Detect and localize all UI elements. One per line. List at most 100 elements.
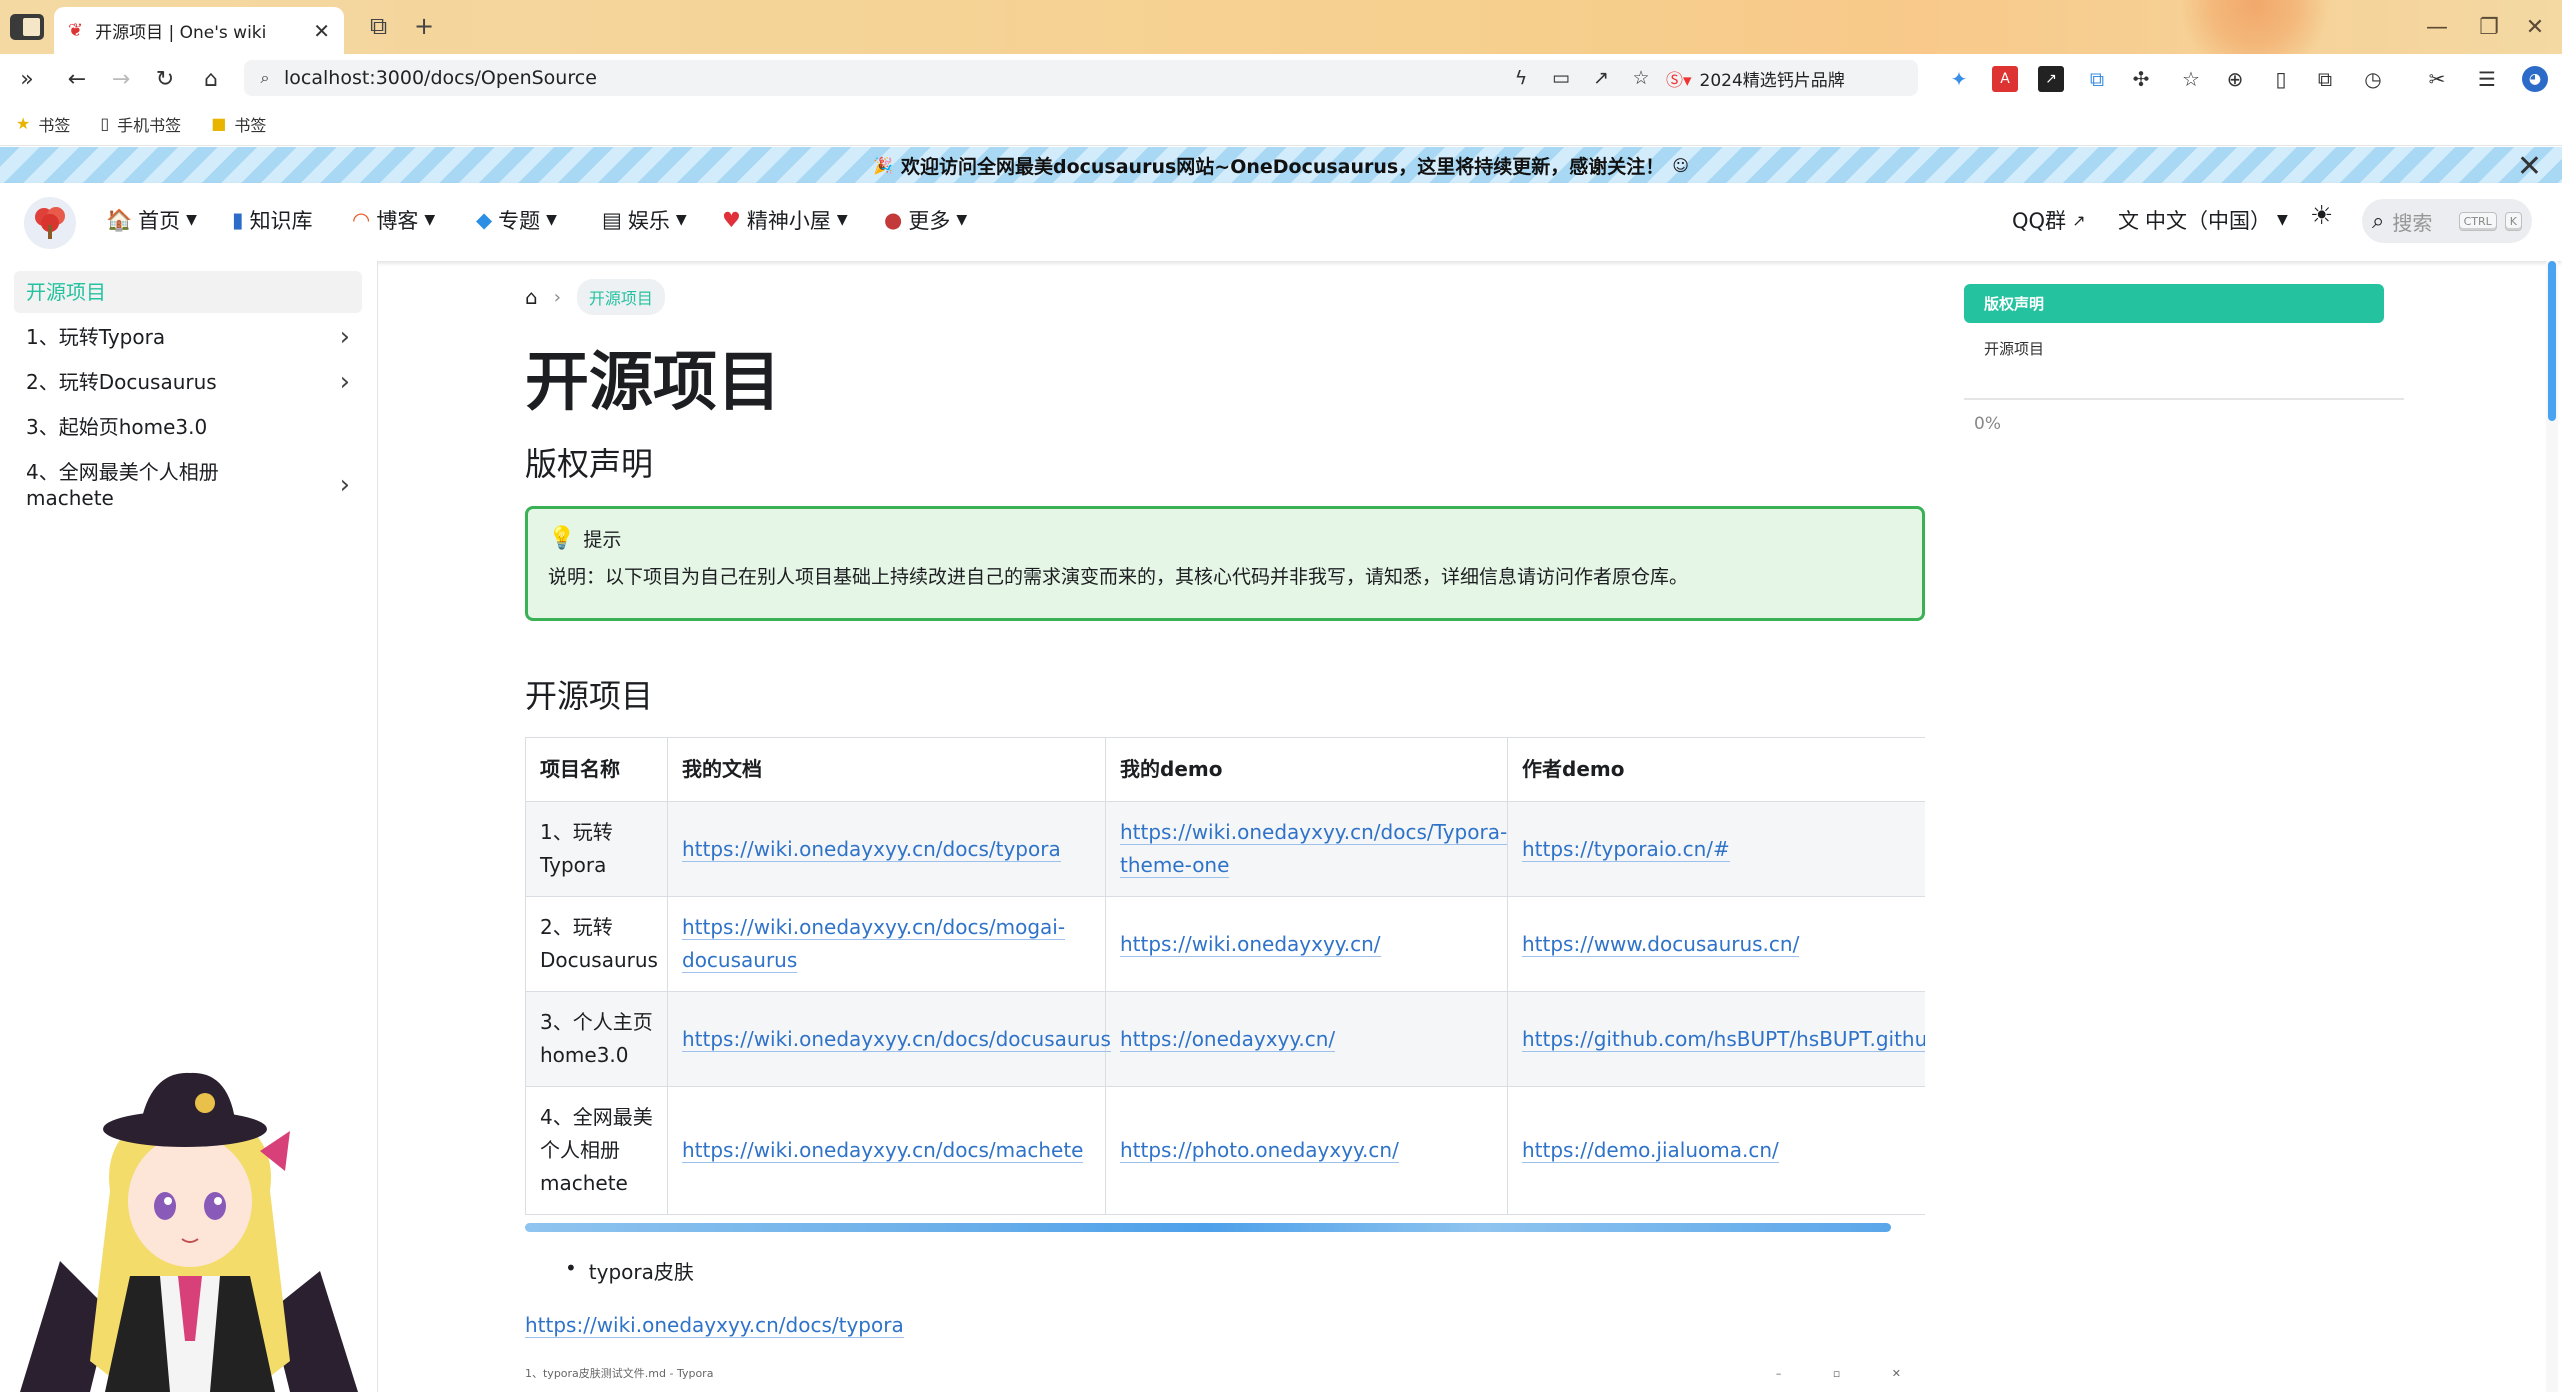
profile-avatar-icon[interactable]: ◕ — [2522, 66, 2548, 92]
demo-link-cell: https://wiki.onedayxyy.cn/docs/Typora-th… — [1105, 801, 1508, 897]
promo-search[interactable]: Ⓢ▾ 2024精选钙片品牌 — [1666, 65, 1906, 91]
diamond-icon: ◆ — [476, 208, 493, 232]
site-logo[interactable] — [24, 197, 76, 249]
section-heading-copyright: 版权声明 — [525, 445, 654, 483]
mascot-image[interactable] — [0, 1061, 378, 1392]
doc-link[interactable]: https://wiki.onedayxyy.cn/docs/typora — [682, 836, 1061, 862]
reader-icon[interactable]: ▭ — [1546, 67, 1576, 89]
doc-link[interactable]: https://wiki.onedayxyy.cn/docs/mogai-doc… — [682, 915, 1066, 973]
toc-item-copyright[interactable]: 版权声明 — [1964, 284, 2384, 323]
expand-icon[interactable]: » — [10, 62, 44, 96]
sidebar-item-typora[interactable]: 1、玩转Typora › — [14, 316, 362, 358]
bookmark-item[interactable]: ▯ 手机书签 — [100, 112, 181, 136]
extension-pdf-icon[interactable]: A — [1992, 66, 2018, 92]
table-horizontal-scrollbar[interactable] — [525, 1223, 1891, 1232]
nav-home[interactable]: 🏠 首页 ▼ — [106, 205, 197, 235]
house-icon: 🏠 — [106, 207, 133, 232]
docs-sidebar: 开源项目 1、玩转Typora › 2、玩转Docusaurus › 3、起始页ho… — [0, 261, 378, 1392]
toc-divider — [1964, 398, 2404, 400]
table-row: 4、全网最美个人相册machete https://wiki.onedayxyy… — [525, 1086, 1925, 1215]
author-demo-link[interactable]: https://www.docusaurus.cn/ — [1522, 931, 1800, 957]
demo-link[interactable]: https://wiki.onedayxyy.cn/docs/Typora-th… — [1120, 820, 1508, 878]
projects-table: 项目名称 我的文档 我的demo 作者demo 1、玩转Typora https… — [525, 737, 1925, 1215]
toc-item-opensource[interactable]: 开源项目 — [1964, 329, 2404, 368]
forward-icon[interactable]: → — [104, 62, 138, 96]
reload-icon[interactable]: ↻ — [148, 62, 182, 96]
bookmark-item[interactable]: ■ 书签 — [211, 112, 266, 136]
bolt-icon[interactable]: ϟ — [1506, 67, 1536, 89]
demo-link[interactable]: https://wiki.onedayxyy.cn/ — [1120, 931, 1381, 957]
extensions-icon[interactable]: ✣ — [2128, 66, 2154, 92]
book-icon: ▮ — [232, 208, 244, 232]
sidebar-item-home3[interactable]: 3、起始页home3.0 — [14, 406, 362, 448]
bookmarks-bar: ★ 书签 ▯ 手机书签 ■ 书签 — [0, 102, 2562, 146]
menu-icon[interactable]: ☰ — [2474, 66, 2500, 92]
phone-icon[interactable]: ▯ — [2268, 66, 2294, 92]
nav-spirit[interactable]: ♥ 精神小屋 ▼ — [722, 205, 848, 235]
share-icon[interactable]: ↗ — [1586, 67, 1616, 89]
site-search[interactable]: ⌕ 搜索 CTRL K — [2362, 199, 2532, 243]
doc-link[interactable]: https://wiki.onedayxyy.cn/docs/machete — [682, 1138, 1084, 1163]
back-icon[interactable]: ← — [60, 62, 94, 96]
nav-topics[interactable]: ◆ 专题 ▼ — [476, 205, 557, 235]
page-scrollbar-track[interactable] — [2546, 261, 2558, 1392]
chevron-right-icon[interactable]: › — [340, 324, 350, 350]
nav-more[interactable]: ● 更多 ▼ — [884, 205, 967, 235]
browser-tab-active[interactable]: ❦ 开源项目 | One's wiki ✕ — [54, 7, 344, 54]
demo-link[interactable]: https://onedayxyy.cn/ — [1120, 1026, 1336, 1052]
doc-link-cell: https://wiki.onedayxyy.cn/docs/machete — [667, 1086, 1106, 1215]
tab-group-icon[interactable]: ⧉ — [370, 12, 387, 40]
author-demo-link[interactable]: https://typoraio.cn/# — [1522, 836, 1730, 862]
announcement-close-icon[interactable]: ✕ — [2517, 149, 2542, 184]
extension-ai-icon[interactable]: ✦ — [1946, 66, 1972, 92]
demo-link-cell: https://wiki.onedayxyy.cn/ — [1105, 896, 1508, 992]
tip-header: 💡 提示 — [548, 525, 1902, 552]
section-heading-opensource: 开源项目 — [525, 677, 654, 715]
collections-icon[interactable]: ⧉ — [2312, 66, 2338, 92]
nav-blog[interactable]: ◠ 博客 ▼ — [352, 205, 435, 235]
home-icon[interactable]: ⌂ — [194, 62, 228, 96]
breadcrumb: ⌂ › 开源项目 — [525, 279, 665, 315]
sidebar-item-machete[interactable]: 4、全网最美个人相册machete › — [14, 451, 362, 519]
nav-entertainment[interactable]: ▤ 娱乐 ▼ — [602, 205, 687, 235]
download-icon[interactable]: ⊕ — [2222, 66, 2248, 92]
extension-chart-icon[interactable]: ↗ — [2038, 66, 2064, 92]
tab-title: 开源项目 | One's wiki — [95, 23, 267, 43]
screenshot-icon[interactable]: ✂ — [2424, 66, 2450, 92]
bookmark-star-icon[interactable]: ☆ — [1626, 67, 1656, 89]
caret-down-icon: ▼ — [2277, 212, 2288, 228]
sidebar-item-docusaurus[interactable]: 2、玩转Docusaurus › — [14, 361, 362, 403]
page-scrollbar-thumb[interactable] — [2548, 261, 2556, 421]
favorites-icon[interactable]: ☆ — [2178, 66, 2204, 92]
sidebar-toggle-icon[interactable] — [10, 14, 44, 40]
theme-toggle-sun-icon[interactable]: ☀ — [2310, 201, 2333, 231]
bookmark-item[interactable]: ★ 书签 — [16, 112, 70, 136]
chevron-right-icon[interactable]: › — [340, 472, 350, 498]
caret-down-icon: ▼ — [424, 212, 436, 228]
new-tab-icon[interactable]: + — [414, 12, 434, 40]
tab-close-icon[interactable]: ✕ — [313, 19, 330, 43]
language-dropdown[interactable]: 文中文（中国） ▼ — [2118, 205, 2288, 235]
typora-link[interactable]: https://wiki.onedayxyy.cn/docs/typora — [525, 1313, 904, 1338]
history-icon[interactable]: ◷ — [2360, 66, 2386, 92]
doc-link[interactable]: https://wiki.onedayxyy.cn/docs/docusauru… — [682, 1026, 1111, 1052]
author-demo-link[interactable]: https://demo.jialuoma.cn/ — [1522, 1138, 1779, 1163]
demo-link[interactable]: https://photo.onedayxyy.cn/ — [1120, 1138, 1399, 1163]
table-header-cell: 项目名称 — [525, 737, 668, 802]
nav-qq-group[interactable]: QQ群 ↗ — [2012, 205, 2085, 235]
chevron-right-icon[interactable]: › — [340, 369, 350, 395]
demo-link-cell: https://photo.onedayxyy.cn/ — [1105, 1086, 1508, 1215]
projects-table-wrapper[interactable]: 项目名称 我的文档 我的demo 作者demo 1、玩转Typora https… — [525, 737, 1925, 1237]
nav-knowledge[interactable]: ▮ 知识库 — [232, 205, 313, 235]
breadcrumb-current[interactable]: 开源项目 — [576, 279, 665, 315]
window-close-icon[interactable]: ✕ — [2506, 0, 2562, 54]
minimize-icon[interactable]: — — [2408, 0, 2466, 54]
address-bar[interactable]: ⌕ localhost:3000/docs/OpenSource ϟ ▭ ↗ ☆… — [244, 60, 1918, 96]
url-text[interactable]: localhost:3000/docs/OpenSource — [284, 67, 1496, 89]
list-item: • typora皮肤 — [565, 1256, 694, 1285]
extension-translate-icon[interactable]: ⧉ — [2084, 66, 2110, 92]
project-name-cell: 4、全网最美个人相册machete — [525, 1086, 668, 1215]
sidebar-item-opensource[interactable]: 开源项目 — [14, 271, 362, 313]
breadcrumb-home-icon[interactable]: ⌂ — [525, 285, 538, 309]
author-demo-link[interactable]: https://github.com/hsBUPT/hsBUPT.github — [1522, 1026, 1925, 1052]
